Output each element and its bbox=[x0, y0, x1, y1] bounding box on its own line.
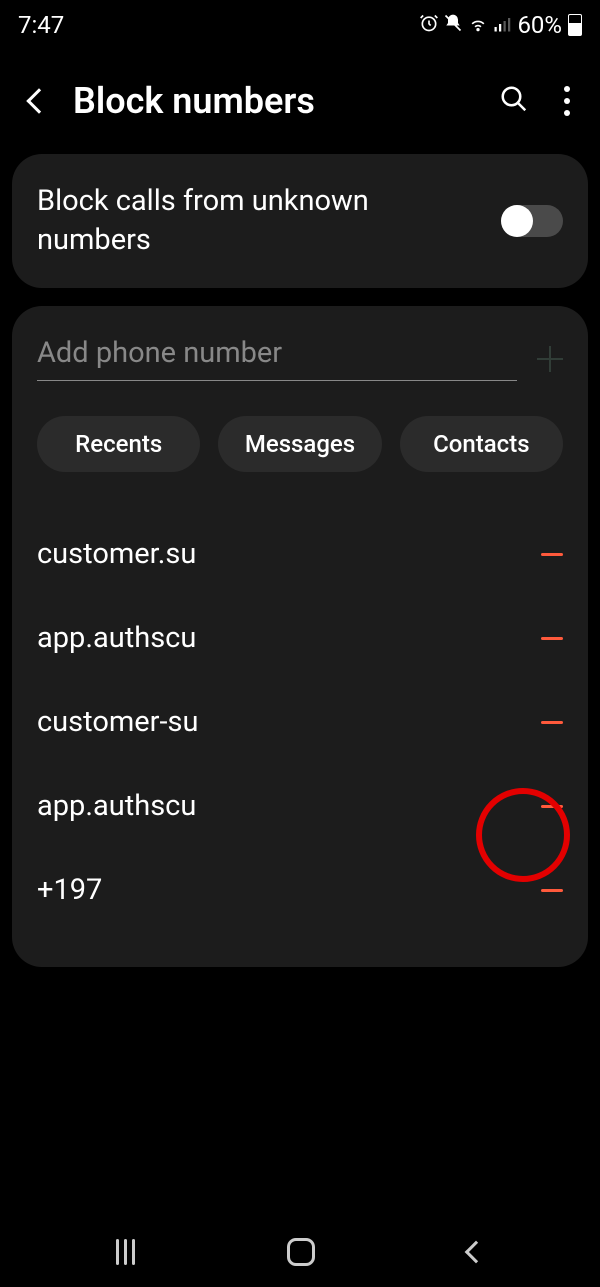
header: Block numbers bbox=[0, 50, 600, 142]
blocked-entry-label: +197 bbox=[37, 873, 102, 907]
wifi-icon bbox=[467, 11, 489, 39]
blocked-entry-label: app.authscu bbox=[37, 621, 196, 655]
back-icon[interactable] bbox=[26, 88, 51, 113]
nav-recents-icon[interactable] bbox=[116, 1239, 135, 1265]
remove-icon[interactable] bbox=[541, 805, 563, 808]
blocked-entry-label: customer.su bbox=[37, 537, 196, 571]
more-icon[interactable] bbox=[564, 86, 570, 116]
phone-number-input[interactable] bbox=[37, 336, 517, 381]
source-chips: Recents Messages Contacts bbox=[37, 416, 563, 472]
block-list-card: Recents Messages Contacts customer.su ap… bbox=[12, 306, 588, 967]
block-unknown-label: Block calls from unknown numbers bbox=[37, 182, 481, 260]
add-icon[interactable] bbox=[537, 346, 563, 372]
battery-percent: 60% bbox=[517, 11, 562, 39]
remove-icon[interactable] bbox=[541, 637, 563, 640]
alarm-icon bbox=[419, 11, 439, 39]
list-item: app.authscu bbox=[37, 596, 563, 680]
block-unknown-row[interactable]: Block calls from unknown numbers bbox=[37, 182, 563, 260]
chip-messages[interactable]: Messages bbox=[218, 416, 381, 472]
status-time: 7:47 bbox=[18, 11, 64, 39]
nav-back-icon[interactable] bbox=[464, 1241, 487, 1264]
battery-icon bbox=[568, 14, 582, 36]
list-item: customer.su bbox=[37, 512, 563, 596]
toggle-knob bbox=[501, 205, 533, 237]
remove-icon[interactable] bbox=[541, 889, 563, 892]
header-actions bbox=[499, 84, 570, 118]
blocked-entry-label: customer-su bbox=[37, 705, 198, 739]
add-number-row bbox=[37, 336, 563, 381]
list-item: app.authscu bbox=[37, 764, 563, 848]
mute-icon bbox=[443, 11, 463, 39]
chip-contacts[interactable]: Contacts bbox=[400, 416, 563, 472]
remove-icon[interactable] bbox=[541, 721, 563, 724]
list-item: +197 bbox=[37, 848, 563, 932]
status-right: 60% bbox=[419, 11, 582, 39]
chip-recents[interactable]: Recents bbox=[37, 416, 200, 472]
nav-home-icon[interactable] bbox=[287, 1238, 315, 1266]
status-bar: 7:47 60% bbox=[0, 0, 600, 50]
remove-icon[interactable] bbox=[541, 553, 563, 556]
list-item: customer-su bbox=[37, 680, 563, 764]
block-unknown-toggle[interactable] bbox=[501, 205, 563, 237]
navigation-bar bbox=[0, 1217, 600, 1287]
signal-icon bbox=[493, 11, 511, 39]
search-icon[interactable] bbox=[499, 84, 529, 118]
blocked-entry-label: app.authscu bbox=[37, 789, 196, 823]
page-title: Block numbers bbox=[73, 80, 474, 122]
block-unknown-card: Block calls from unknown numbers bbox=[12, 154, 588, 288]
